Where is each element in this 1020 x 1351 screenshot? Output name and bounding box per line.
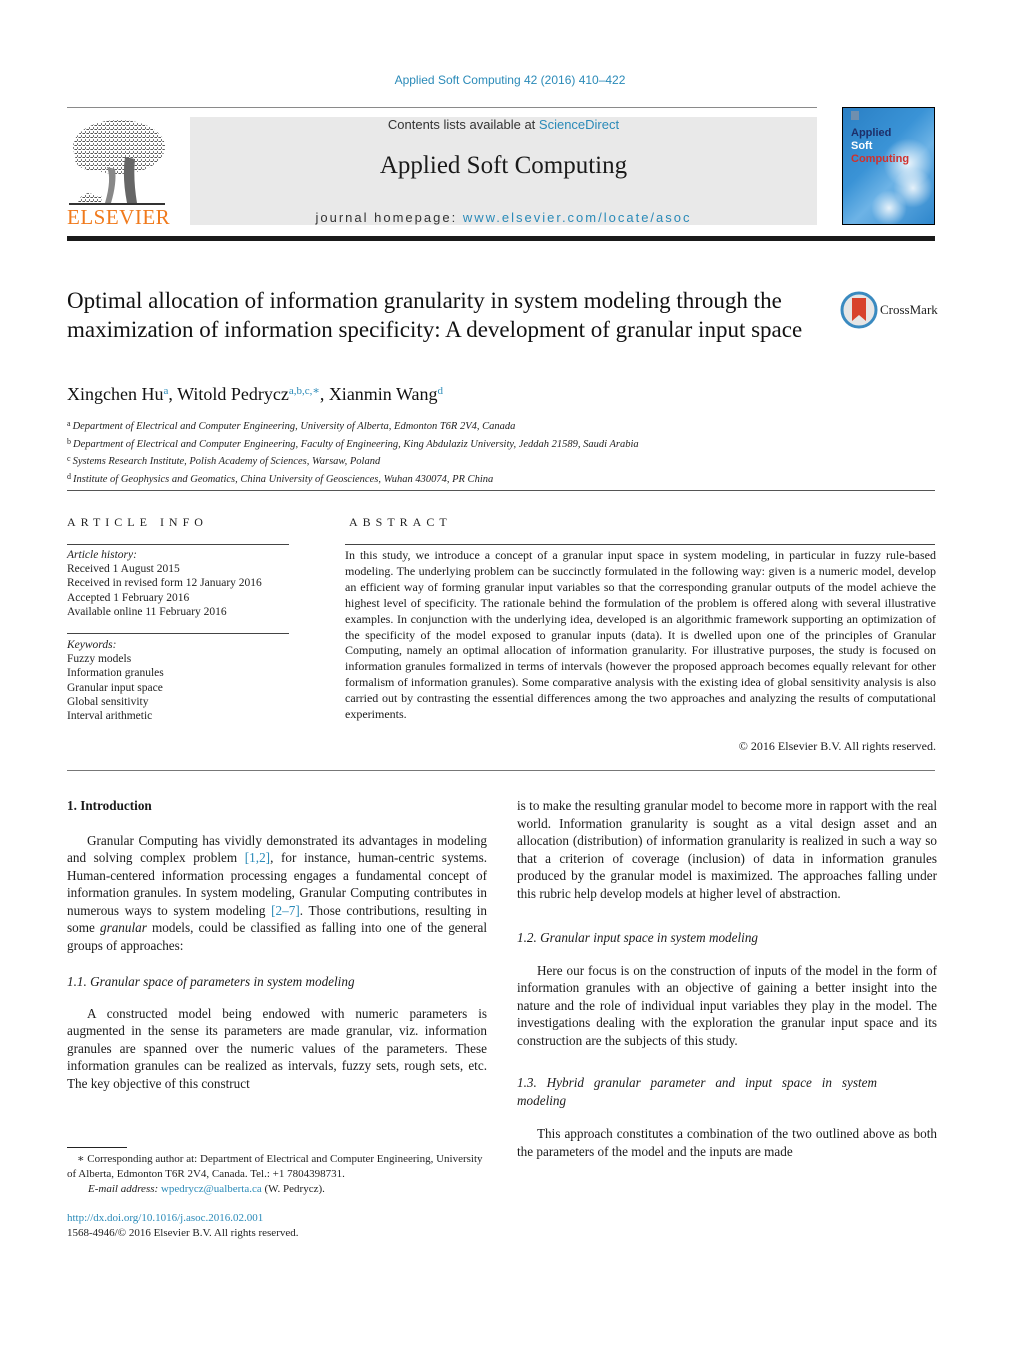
abstract-copyright: © 2016 Elsevier B.V. All rights reserved… bbox=[738, 739, 936, 753]
affiliation-text: Department of Electrical and Computer En… bbox=[73, 438, 639, 450]
abstract-divider bbox=[345, 544, 935, 545]
affiliation-key: c bbox=[67, 454, 71, 463]
crossmark-button[interactable]: CrossMark bbox=[840, 291, 950, 331]
continued-paragraph: is to make the resulting granular model … bbox=[517, 798, 937, 901]
history-item: Accepted 1 February 2016 bbox=[67, 591, 190, 604]
affiliation-item: c Systems Research Institute, Polish Acad… bbox=[67, 452, 937, 470]
affiliation-key: a bbox=[67, 419, 71, 428]
history-item: Available online 11 February 2016 bbox=[67, 605, 227, 618]
email-owner: (W. Pedrycz). bbox=[261, 1183, 325, 1195]
crossmark-label: CrossMark bbox=[880, 302, 938, 317]
author-name[interactable]: Xingchen Hu bbox=[67, 384, 163, 404]
issn-copyright: 1568-4946/© 2016 Elsevier B.V. All right… bbox=[67, 1227, 299, 1239]
keyword-item: Information granules bbox=[67, 667, 164, 680]
citation-link[interactable]: [2–7] bbox=[271, 903, 300, 918]
abstract-text: In this study, we introduce a concept of… bbox=[345, 548, 936, 722]
subsection-1-1-paragraph: A constructed model being endowed with n… bbox=[67, 1005, 487, 1091]
article-history: Article history: Received 1 August 2015 … bbox=[67, 548, 307, 619]
footnote: ∗ Corresponding author at: Department of… bbox=[67, 1152, 487, 1197]
emphasis-text: granular bbox=[99, 920, 147, 935]
cover-title-line3: Computing bbox=[851, 153, 910, 165]
history-item: Received 1 August 2015 bbox=[67, 563, 180, 576]
doi-link[interactable]: http://dx.doi.org/10.1016/j.asoc.2016.02… bbox=[67, 1212, 263, 1224]
sciencedirect-link[interactable]: ScienceDirect bbox=[539, 117, 619, 132]
corresponding-author-note: ∗ Corresponding author at: Department of… bbox=[67, 1153, 483, 1180]
journal-cover-thumbnail[interactable]: Applied Soft Computing bbox=[842, 107, 935, 225]
author-name[interactable]: Witold Pedrycz bbox=[177, 384, 289, 404]
affiliation-item: b Department of Electrical and Computer E… bbox=[67, 435, 937, 453]
subsection-heading-1-3: 1.3. Hybrid granular parameter and input… bbox=[517, 1075, 877, 1108]
elsevier-wordmark: ELSEVIER bbox=[67, 205, 171, 229]
keywords-divider bbox=[67, 633, 289, 634]
article-info-divider bbox=[67, 544, 289, 545]
journal-citation-link[interactable]: Applied Soft Computing 42 (2016) 410–422 bbox=[0, 73, 1020, 87]
journal-title: Applied Soft Computing bbox=[379, 152, 628, 179]
body-column-right: is to make the resulting granular model … bbox=[517, 797, 937, 1160]
subsection-1-2-paragraph: Here our focus is on the construction of… bbox=[517, 962, 937, 1048]
affiliation-key: b bbox=[67, 436, 71, 446]
affiliation-list: a Department of Electrical and Computer E… bbox=[67, 417, 937, 487]
article-info-heading: ARTICLE INFO bbox=[67, 515, 208, 529]
contents-line: Contents lists available at ScienceDirec… bbox=[190, 117, 817, 132]
homepage-prefix: journal homepage: bbox=[315, 210, 463, 225]
citation-link[interactable]: [1,2] bbox=[245, 850, 270, 865]
keyword-item: Interval arithmetic bbox=[67, 710, 153, 723]
doi-block: http://dx.doi.org/10.1016/j.asoc.2016.02… bbox=[67, 1211, 299, 1241]
subsection-heading-1-1: 1.1. Granular space of parameters in sys… bbox=[67, 974, 355, 989]
article-history-label: Article history: bbox=[67, 549, 137, 561]
section-heading-introduction: 1. Introduction bbox=[67, 798, 152, 813]
affiliation-text: Systems Research Institute, Polish Acade… bbox=[72, 456, 381, 467]
email-line: E-mail address: wpedrycz@ualberta.ca (W.… bbox=[67, 1182, 487, 1197]
email-label: E-mail address: bbox=[88, 1183, 161, 1195]
author-affiliation-mark[interactable]: a bbox=[163, 385, 168, 397]
affiliation-text: Institute of Geophysics and Geomatics, C… bbox=[73, 473, 494, 485]
cover-mini-logo-icon bbox=[851, 111, 859, 120]
header-divider bbox=[67, 107, 817, 108]
keyword-item: Granular input space bbox=[67, 681, 163, 694]
author-affiliation-mark[interactable]: a,b,c,∗ bbox=[289, 385, 320, 397]
email-link[interactable]: wpedrycz@ualberta.ca bbox=[161, 1183, 262, 1195]
intro-paragraph: Granular Computing has vividly demonstra… bbox=[67, 832, 487, 955]
history-item: Received in revised form 12 January 2016 bbox=[67, 577, 262, 590]
author-affiliation-mark[interactable]: d bbox=[438, 385, 444, 397]
contents-prefix: Contents lists available at bbox=[387, 117, 539, 132]
body-column-left: 1. Introduction Granular Computing has v… bbox=[67, 797, 487, 1092]
author-name[interactable]: Xianmin Wang bbox=[329, 384, 438, 404]
affiliation-text: Department of Electrical and Computer En… bbox=[72, 421, 516, 432]
author-list: Xingchen Hua, Witold Pedrycza,b,c,∗, Xia… bbox=[67, 384, 444, 404]
cover-title-line2: Soft bbox=[851, 140, 873, 152]
keywords-label: Keywords: bbox=[67, 639, 117, 651]
abstract-heading: ABSTRACT bbox=[349, 515, 452, 529]
affiliation-key: d bbox=[67, 471, 71, 481]
crossmark-icon bbox=[840, 291, 878, 329]
subsection-heading-1-2: 1.2. Granular input space in system mode… bbox=[517, 930, 759, 945]
paper-title: Optimal allocation of information granul… bbox=[67, 288, 803, 342]
subsection-1-3-paragraph: This approach constitutes a combination … bbox=[517, 1126, 937, 1159]
footnote-divider bbox=[67, 1147, 127, 1148]
keyword-item: Global sensitivity bbox=[67, 695, 149, 708]
header-thick-divider bbox=[67, 236, 935, 241]
affiliation-item: d Institute of Geophysics and Geomatics, … bbox=[67, 470, 937, 488]
abstract-bottom-divider bbox=[67, 770, 935, 771]
keyword-item: Fuzzy models bbox=[67, 653, 132, 666]
cover-title-line1: Applied bbox=[851, 127, 892, 139]
affiliation-item: a Department of Electrical and Computer E… bbox=[67, 417, 937, 435]
title-divider bbox=[67, 490, 935, 491]
keywords: Keywords: Fuzzy models Information granu… bbox=[67, 638, 307, 723]
tree-icon bbox=[69, 120, 165, 205]
journal-homepage-line: journal homepage: www.elsevier.com/locat… bbox=[190, 210, 817, 225]
journal-homepage-link[interactable]: www.elsevier.com/locate/asoc bbox=[463, 210, 692, 225]
